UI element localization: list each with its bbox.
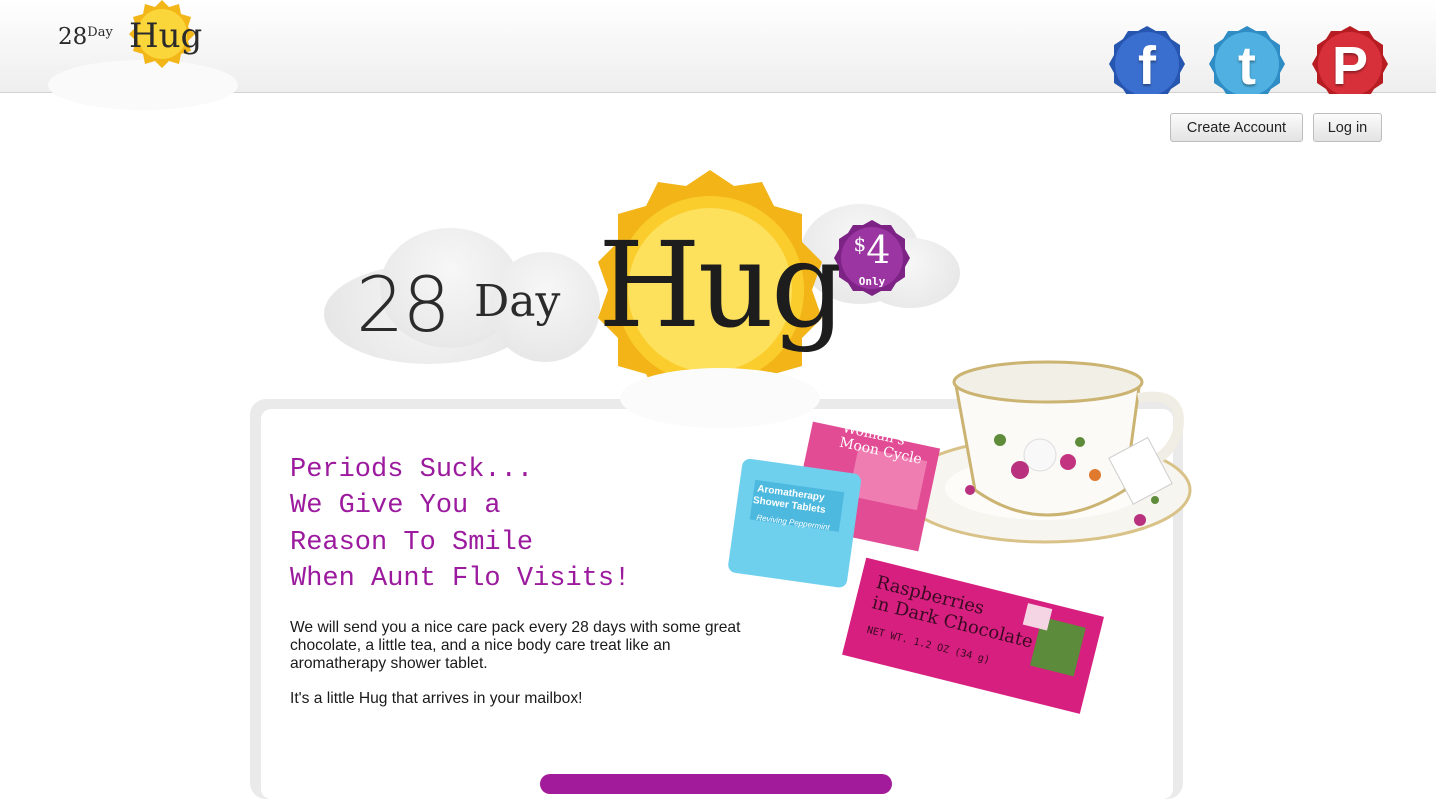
care-pack-image: Woman's Moon Cycle Aromatherapy Shower T… — [700, 350, 1200, 720]
site-logo[interactable]: 28Day Hug — [48, 0, 238, 110]
logo-wordmark: 28Day Hug — [58, 16, 202, 56]
signup-button[interactable] — [540, 774, 892, 794]
pinterest-icon: P — [1331, 36, 1369, 96]
description-text: We will send you a nice care pack every … — [290, 619, 741, 672]
teacup-image — [728, 360, 1192, 714]
log-in-button[interactable]: Log in — [1313, 113, 1382, 142]
hero-day: Day — [474, 276, 561, 327]
twitter-link[interactable]: t — [1206, 26, 1288, 96]
headline-line-2: We Give You a — [290, 491, 501, 522]
pinterest-link[interactable]: P — [1309, 26, 1391, 96]
create-account-button[interactable]: Create Account — [1170, 113, 1303, 142]
headline-line-1: Periods Suck... — [290, 455, 534, 485]
price-amount: $4 — [834, 228, 910, 272]
price-badge: $4 Only — [834, 220, 910, 296]
headline-line-4: When Aunt Flo Visits! — [290, 563, 631, 594]
hero-number: 28 — [356, 260, 451, 349]
headline-line-3: Reason To Smile — [290, 527, 534, 558]
tagline-text: It's a little Hug that arrives in your m… — [290, 690, 583, 707]
facebook-icon: f — [1138, 36, 1156, 96]
facebook-link[interactable]: f — [1106, 26, 1188, 96]
price-note: Only — [858, 275, 886, 288]
top-bar: 28Day Hug f t P — [0, 0, 1436, 110]
price-currency: $ — [853, 232, 867, 256]
price-value: 4 — [866, 228, 891, 272]
logo-day: Day — [87, 25, 113, 40]
twitter-icon: t — [1238, 36, 1256, 96]
logo-hug: Hug — [129, 16, 203, 56]
hero-hug: Hug — [598, 216, 846, 354]
headline: Periods Suck... We Give You a Reason To … — [290, 452, 630, 597]
logo-number: 28 — [58, 24, 88, 50]
